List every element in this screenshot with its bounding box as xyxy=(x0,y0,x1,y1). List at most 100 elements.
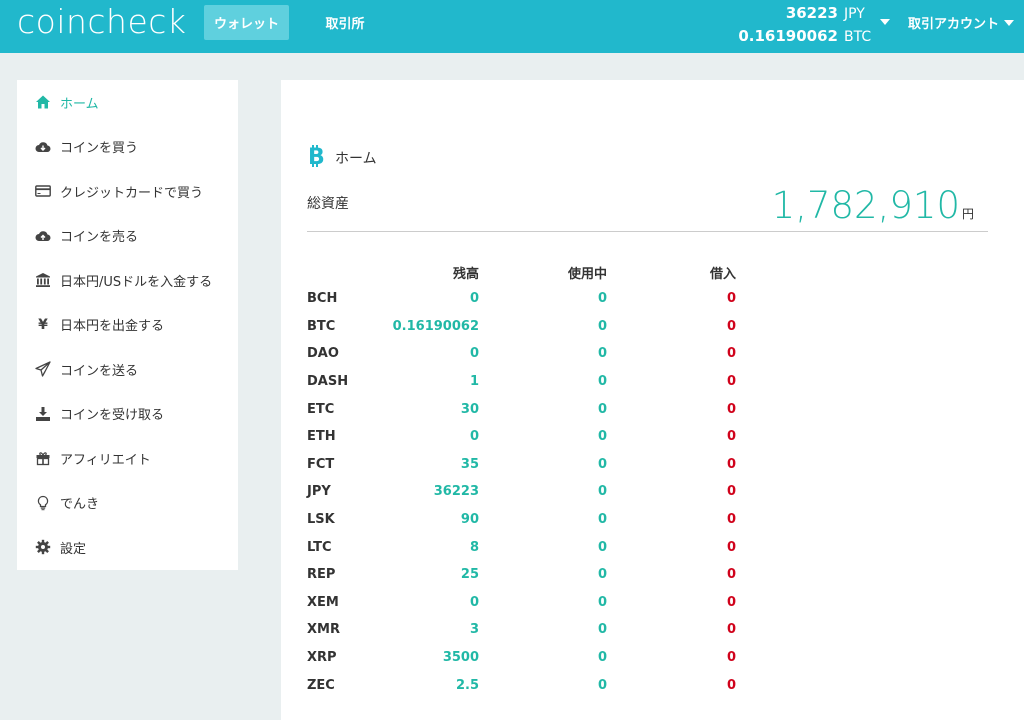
jpy-balance: 36223 JPY xyxy=(738,2,872,25)
nav-wallet-tab[interactable]: ウォレット xyxy=(204,5,289,40)
download-icon xyxy=(34,405,52,423)
sidebar-item-buy-credit-card[interactable]: クレジットカードで買う xyxy=(17,169,238,214)
borrowed-cell: 0 xyxy=(726,567,736,583)
credit-card-icon xyxy=(34,182,52,200)
balance-cell: 90 xyxy=(460,512,479,528)
in-use-cell: 0 xyxy=(597,567,607,583)
account-caret-icon xyxy=(1004,19,1015,26)
balance-cell: 0 xyxy=(469,346,479,362)
balance-cell: 35 xyxy=(460,456,479,472)
balance-column-header: 残高 xyxy=(452,266,479,282)
table-row: BTC 0.16190062 0 0 xyxy=(307,313,736,341)
balance-cell: 0 xyxy=(469,291,479,307)
in-use-cell: 0 xyxy=(597,291,607,307)
in-use-cell: 0 xyxy=(597,594,607,610)
total-assets-unit: 円 xyxy=(961,207,974,221)
coin-cell: LTC xyxy=(307,539,332,555)
main-panel: B ホーム 総資産 1,782,910 円 残高 使用中 借入 BCH 0 0 0 BTC… xyxy=(281,80,1024,720)
gear-icon xyxy=(34,538,52,556)
sidebar-item-label: 日本円/USドルを入金する xyxy=(60,274,213,290)
sidebar-item-withdraw[interactable]: ¥ 日本円を出金する xyxy=(17,303,238,348)
sidebar-item-label: でんき xyxy=(60,497,100,513)
sidebar-item-affiliate[interactable]: アフィリエイト xyxy=(17,436,238,481)
borrowed-cell: 0 xyxy=(726,456,736,472)
table-row: XRP 3500 0 0 xyxy=(307,644,736,672)
table-row: ZEC 2.5 0 0 xyxy=(307,671,736,699)
coin-column-header xyxy=(307,259,367,285)
sidebar-item-label: コインを受け取る xyxy=(60,408,165,424)
btc-unit: BTC xyxy=(844,29,872,45)
borrowed-cell: 0 xyxy=(726,318,736,334)
borrowed-cell: 0 xyxy=(726,512,736,528)
borrowed-cell: 0 xyxy=(726,539,736,555)
coin-cell: DASH xyxy=(307,374,349,390)
borrowed-cell: 0 xyxy=(726,677,736,693)
coin-cell: XMR xyxy=(307,622,340,638)
sidebar-item-label: ホーム xyxy=(60,96,99,112)
nav-exchange-tab[interactable]: 取引所 xyxy=(314,5,376,40)
divider xyxy=(307,231,988,232)
borrowed-cell: 0 xyxy=(726,401,736,417)
balance-cell: 0 xyxy=(469,429,479,445)
table-row: LTC 8 0 0 xyxy=(307,533,736,561)
coin-cell: ZEC xyxy=(307,677,335,693)
coin-cell: ETC xyxy=(307,401,335,417)
balance-summary[interactable]: 36223 JPY 0.16190062 BTC xyxy=(738,2,872,48)
in-use-cell: 0 xyxy=(597,456,607,472)
balance-dropdown-caret-icon[interactable] xyxy=(880,19,890,25)
sidebar-item-settings[interactable]: 設定 xyxy=(17,525,238,570)
in-use-cell: 0 xyxy=(597,677,607,693)
sidebar-item-send-coin[interactable]: コインを送る xyxy=(17,347,238,392)
coin-cell: ETH xyxy=(307,429,336,445)
table-row: XEM 0 0 0 xyxy=(307,589,736,617)
send-icon xyxy=(34,360,52,378)
bitcoin-icon: B xyxy=(307,144,327,172)
borrowed-cell: 0 xyxy=(726,429,736,445)
borrowed-cell: 0 xyxy=(726,594,736,610)
sidebar-item-deposit[interactable]: 日本円/USドルを入金する xyxy=(17,258,238,303)
account-menu[interactable]: 取引アカウント xyxy=(908,13,1015,32)
sidebar-item-buy-coin[interactable]: コインを買う xyxy=(17,125,238,170)
coin-cell: REP xyxy=(307,567,336,583)
sidebar-item-label: クレジットカードで買う xyxy=(60,185,204,201)
table-header-row: 残高 使用中 借入 xyxy=(307,259,736,285)
sidebar-item-sell-coin[interactable]: コインを売る xyxy=(17,214,238,259)
balance-cell: 0 xyxy=(469,594,479,610)
in-use-cell: 0 xyxy=(597,429,607,445)
jpy-unit: JPY xyxy=(844,6,865,22)
cloud-download-icon xyxy=(34,138,52,156)
borrowed-cell: 0 xyxy=(726,346,736,362)
coincheck-logo[interactable]: coincheck xyxy=(17,2,187,41)
sidebar-item-receive-coin[interactable]: コインを受け取る xyxy=(17,392,238,437)
yen-icon: ¥ xyxy=(38,316,48,333)
sidebar-item-label: アフィリエイト xyxy=(60,452,151,468)
borrowed-column-header: 借入 xyxy=(709,266,736,282)
account-menu-label: 取引アカウント xyxy=(908,17,1000,32)
in-use-cell: 0 xyxy=(597,512,607,528)
in-use-cell: 0 xyxy=(597,318,607,334)
table-row: XMR 3 0 0 xyxy=(307,616,736,644)
top-header: coincheck ウォレット 取引所 36223 JPY 0.16190062 B… xyxy=(0,0,1024,53)
table-row: DAO 0 0 0 xyxy=(307,340,736,368)
coin-cell: DAO xyxy=(307,346,339,362)
table-row: LSK 90 0 0 xyxy=(307,506,736,534)
btc-balance: 0.16190062 BTC xyxy=(738,25,872,48)
cloud-upload-icon xyxy=(34,227,52,245)
table-row: ETC 30 0 0 xyxy=(307,395,736,423)
table-row: ETH 0 0 0 xyxy=(307,423,736,451)
table-row: DASH 1 0 0 xyxy=(307,368,736,396)
btc-amount: 0.16190062 xyxy=(738,27,838,45)
in-use-cell: 0 xyxy=(597,539,607,555)
in-use-column-header: 使用中 xyxy=(567,266,607,282)
sidebar-item-home[interactable]: ホーム xyxy=(17,80,238,125)
total-assets-amount: 1,782,910 xyxy=(771,184,960,227)
balance-cell: 3500 xyxy=(442,650,479,666)
lightbulb-icon xyxy=(34,494,52,512)
bank-icon xyxy=(34,271,52,289)
coin-cell: XEM xyxy=(307,594,339,610)
total-assets-value: 1,782,910 円 xyxy=(772,184,974,227)
sidebar-item-label: 日本円を出金する xyxy=(60,319,165,335)
table-row: BCH 0 0 0 xyxy=(307,285,736,313)
in-use-cell: 0 xyxy=(597,622,607,638)
sidebar-item-denki[interactable]: でんき xyxy=(17,481,238,526)
